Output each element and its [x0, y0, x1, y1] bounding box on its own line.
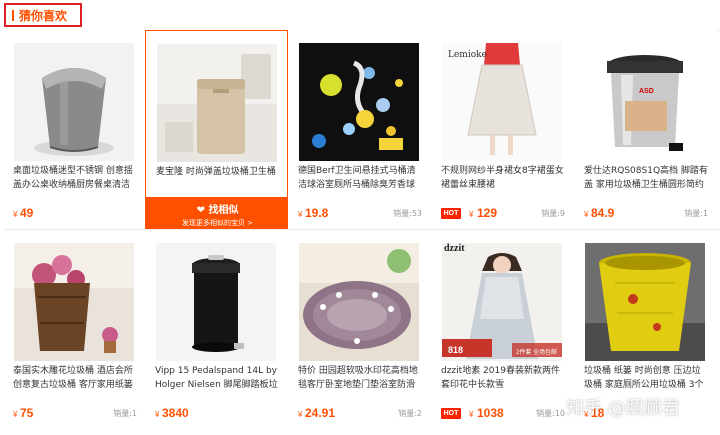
product-title[interactable]: 不规则网纱半身裙女8字裙蛋女裙蕾丝束腰裙: [441, 164, 565, 192]
image-price-badge: 818: [448, 345, 464, 355]
find-similar-overlay[interactable]: ❤ 找相似 发现更多相似的宝贝 >: [146, 197, 287, 229]
product-image[interactable]: [299, 43, 419, 161]
product-price: 75: [20, 406, 34, 420]
product-card[interactable]: Vipp 15 Pedalspand 14L by Holger Nielsen…: [145, 230, 288, 430]
price-row: ¥ 84.9 销量:1: [584, 204, 708, 220]
price-row: ¥ 75 销量:1: [13, 404, 137, 420]
product-price: 19.8: [305, 206, 329, 220]
header-accent-bar: [12, 9, 14, 21]
price-row: ¥ 19.8 销量:53: [298, 204, 422, 220]
product-image[interactable]: [585, 243, 705, 361]
product-price: 84.9: [591, 206, 615, 220]
product-card[interactable]: 桌面垃圾桶迷型不锈钢 创意揺盖办公桌收纳桶厨房餐桌清洁筒 ¥ 49: [3, 30, 146, 230]
product-image[interactable]: Lemioke: [442, 43, 562, 161]
currency-symbol: ¥: [298, 410, 303, 419]
image-promo-note: 2件套 全场包邮: [516, 350, 558, 356]
product-image[interactable]: dzzit 818 2件套 全场包邮: [442, 243, 562, 361]
product-price: 129: [477, 206, 498, 220]
watermark: 知乎 @照顾君: [566, 398, 680, 419]
sales-count: 销量:53: [393, 209, 422, 218]
product-card[interactable]: Lemioke 不规则网纱半身裙女8字裙蛋女裙蕾丝束腰裙 HOT ¥ 129 销…: [431, 30, 574, 230]
currency-symbol: ¥: [155, 410, 160, 419]
price-row: ¥ 24.91 销量:2: [298, 404, 422, 420]
product-card-hovered[interactable]: 麦宝隆 时尚弹盖垃圾桶卫生桶 ❤ 找相似 发现更多相似的宝贝 >: [145, 30, 288, 230]
divider: [4, 229, 720, 230]
find-similar-button[interactable]: ❤ 找相似: [146, 201, 287, 216]
find-similar-sub[interactable]: 发现更多相似的宝贝 >: [146, 218, 287, 228]
sales-count: 销量:9: [541, 209, 565, 218]
product-price: 3840: [162, 406, 189, 420]
section-title: 猜你喜欢: [19, 8, 68, 23]
product-title[interactable]: 垃圾桶 纸篓 时尚创意 压边垃圾桶 家庭厕所公用垃圾桶 3个包: [584, 364, 708, 392]
product-card[interactable]: dzzit 818 2件套 全场包邮 dzzit地素 2019春装新款两件套印花…: [431, 230, 574, 430]
product-image[interactable]: [156, 243, 276, 361]
product-price: 24.91: [305, 406, 336, 420]
sales-count: 销量:1: [113, 409, 137, 418]
product-title[interactable]: Vipp 15 Pedalspand 14L by Holger Nielsen…: [155, 364, 279, 392]
price-row: ¥ 3840: [155, 404, 279, 420]
currency-symbol: ¥: [13, 210, 18, 219]
sales-count: 销量:10: [536, 409, 565, 418]
product-image[interactable]: [299, 243, 419, 361]
product-title[interactable]: 麦宝隆 时尚弹盖垃圾桶卫生桶: [156, 165, 280, 193]
price-row: HOT ¥ 129 销量:9: [441, 204, 565, 220]
find-similar-label: 找相似: [208, 205, 239, 216]
product-image[interactable]: [14, 43, 134, 161]
product-card[interactable]: 德国Berf卫生间悬挂式马桶清洁球浴室厕所马桶除臭芳香球洁厕 ¥ 19.8 销量…: [288, 30, 431, 230]
price-row: HOT ¥ 1038 销量:10: [441, 404, 565, 420]
product-card[interactable]: 泰国实木雕花垃圾桶 酒店会所创意复古垃圾桶 客厅家用纸篓 ¥ 75 销量:1: [3, 230, 146, 430]
product-card[interactable]: 特价 田园超软吸水印花高档地毯客厅卧室地垫门垫浴室防滑垫 ¥ 24.91 销量:…: [288, 230, 431, 430]
product-title[interactable]: 桌面垃圾桶迷型不锈钢 创意揺盖办公桌收纳桶厨房餐桌清洁筒: [13, 164, 137, 192]
product-title[interactable]: 爱仕达RQS08S1Q高档 脚踏有盖 家用垃圾桶卫生桶圆形简约: [584, 164, 708, 192]
product-price: 1038: [477, 406, 504, 420]
currency-symbol: ¥: [298, 210, 303, 219]
sales-count: 销量:2: [398, 409, 422, 418]
product-image[interactable]: [14, 243, 134, 361]
hot-badge: HOT: [441, 208, 461, 219]
currency-symbol: ¥: [13, 410, 18, 419]
currency-symbol: ¥: [584, 210, 589, 219]
heart-icon: ❤: [196, 205, 209, 216]
hot-badge: HOT: [441, 408, 461, 419]
product-price: 49: [20, 206, 34, 220]
product-title[interactable]: 特价 田园超软吸水印花高档地毯客厅卧室地垫门垫浴室防滑垫: [298, 364, 422, 392]
section-header: 猜你喜欢: [4, 3, 82, 27]
product-title[interactable]: 德国Berf卫生间悬挂式马桶清洁球浴室厕所马桶除臭芳香球洁厕: [298, 164, 422, 192]
svg-text:ASD: ASD: [639, 88, 654, 95]
product-title[interactable]: 泰国实木雕花垃圾桶 酒店会所创意复古垃圾桶 客厅家用纸篓: [13, 364, 137, 392]
product-card[interactable]: ASD 爱仕达RQS08S1Q高档 脚踏有盖 家用垃圾桶卫生桶圆形简约 ¥ 84…: [574, 30, 717, 230]
svg-text:Lemioke: Lemioke: [448, 50, 487, 60]
product-image[interactable]: [157, 44, 277, 162]
product-title[interactable]: dzzit地素 2019春装新款两件套印花中长款雪: [441, 364, 565, 392]
currency-symbol: ¥: [469, 410, 474, 419]
product-image[interactable]: ASD: [585, 43, 705, 161]
sales-count: 销量:1: [684, 209, 708, 218]
currency-symbol: ¥: [469, 210, 474, 219]
brand-overlay: dzzit: [444, 243, 465, 254]
price-row: ¥ 49: [13, 204, 137, 220]
